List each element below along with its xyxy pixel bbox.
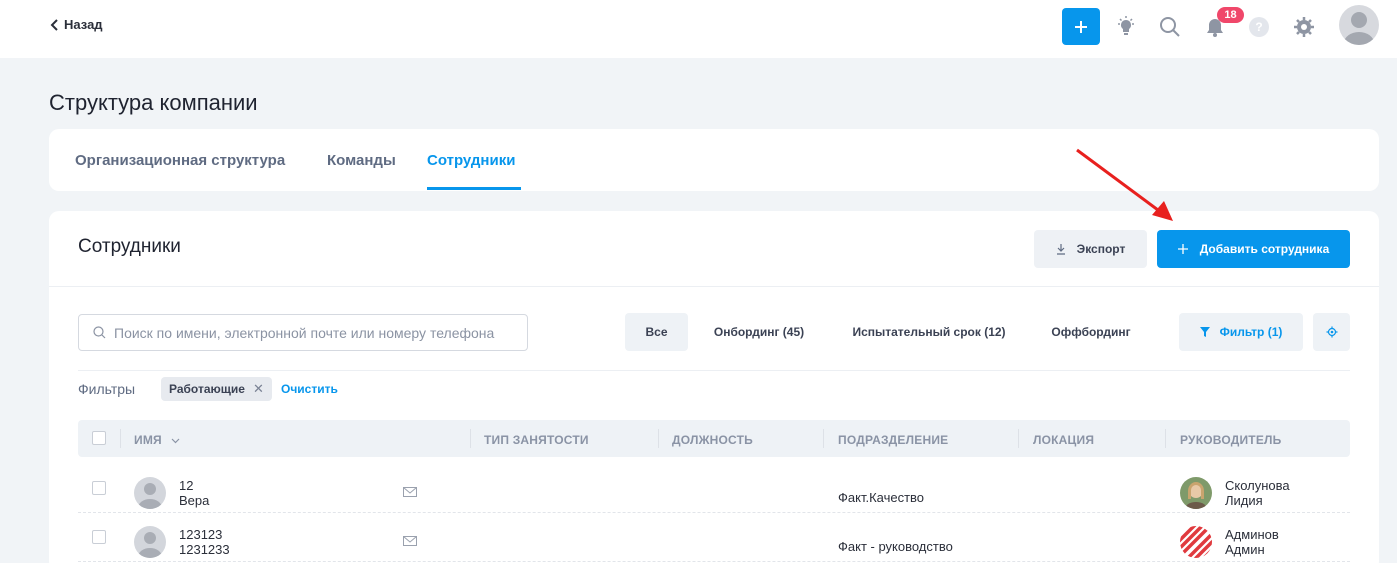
employee-name-line2: Вера bbox=[179, 493, 210, 508]
search-box[interactable] bbox=[78, 314, 528, 351]
table-settings-button[interactable] bbox=[1313, 313, 1350, 351]
manager-name-line2: Админ bbox=[1225, 542, 1265, 557]
download-icon bbox=[1056, 244, 1065, 255]
notification-badge: 18 bbox=[1217, 7, 1244, 23]
row-checkbox[interactable] bbox=[92, 481, 106, 495]
search-input[interactable] bbox=[114, 324, 519, 341]
segment-all[interactable]: Все bbox=[625, 313, 688, 351]
employees-card: Сотрудники Экспорт Добавить сотрудника В… bbox=[49, 211, 1379, 563]
avatar bbox=[134, 526, 166, 558]
segment-offboarding[interactable]: Оффбординг bbox=[1041, 313, 1141, 351]
export-label: Экспорт bbox=[1076, 242, 1126, 256]
segment-probation[interactable]: Испытательный срок (12) bbox=[844, 313, 1014, 351]
filters-label: Фильтры bbox=[78, 381, 136, 397]
funnel-icon bbox=[1199, 327, 1210, 337]
settings-icon[interactable] bbox=[1291, 14, 1317, 40]
column-header-manager[interactable]: РУКОВОДИТЕЛЬ bbox=[1180, 433, 1281, 447]
manager-avatar bbox=[1180, 477, 1212, 509]
search-icon[interactable] bbox=[1157, 14, 1183, 40]
top-bar: Назад 18 ? bbox=[0, 0, 1397, 58]
mail-icon[interactable] bbox=[403, 487, 417, 497]
column-header-employment[interactable]: ТИП ЗАНЯТОСТИ bbox=[484, 433, 589, 447]
filter-chip: Работающие ✕ bbox=[161, 377, 272, 401]
tab-teams[interactable]: Команды bbox=[327, 152, 396, 169]
avatar bbox=[134, 477, 166, 509]
manager-name-line1: Сколунова bbox=[1225, 478, 1290, 493]
column-separator bbox=[823, 429, 824, 448]
chevron-down-icon bbox=[171, 438, 180, 444]
close-icon[interactable]: ✕ bbox=[253, 381, 264, 397]
select-all-checkbox[interactable] bbox=[92, 431, 106, 445]
filter-button[interactable]: Фильтр (1) bbox=[1179, 313, 1303, 351]
tab-employees[interactable]: Сотрудники bbox=[427, 152, 515, 169]
column-separator bbox=[1018, 429, 1019, 448]
page-title: Структура компании bbox=[49, 90, 258, 115]
card-title: Сотрудники bbox=[78, 236, 181, 257]
divider bbox=[49, 286, 1379, 287]
gear-icon bbox=[1326, 326, 1337, 338]
add-employee-button[interactable]: Добавить сотрудника bbox=[1157, 230, 1350, 268]
arrow-annotation-icon bbox=[1076, 148, 1173, 221]
column-separator bbox=[120, 429, 121, 448]
add-employee-label: Добавить сотрудника bbox=[1199, 242, 1330, 256]
back-label: Назад bbox=[64, 17, 103, 32]
employee-name-line2: 1231233 bbox=[179, 542, 230, 557]
manager-name-line1: Админов bbox=[1225, 527, 1279, 542]
export-button[interactable]: Экспорт bbox=[1034, 230, 1147, 268]
manager-name[interactable]: Админов Админ bbox=[1225, 527, 1279, 557]
column-header-name[interactable]: ИМЯ bbox=[134, 433, 180, 447]
employee-name[interactable]: 123123 1231233 bbox=[179, 527, 230, 557]
plus-icon bbox=[1075, 20, 1087, 33]
column-separator bbox=[658, 429, 659, 448]
divider bbox=[78, 370, 1350, 371]
column-separator bbox=[470, 429, 471, 448]
active-tab-indicator bbox=[427, 187, 521, 190]
lightbulb-icon[interactable] bbox=[1113, 14, 1139, 40]
manager-avatar bbox=[1180, 526, 1212, 558]
manager-name-line2: Лидия bbox=[1225, 493, 1263, 508]
filter-chip-label: Работающие bbox=[169, 382, 245, 396]
plus-icon bbox=[1177, 244, 1188, 254]
filter-label: Фильтр (1) bbox=[1219, 325, 1283, 339]
employee-name[interactable]: 12 Вера bbox=[179, 478, 209, 508]
mail-icon[interactable] bbox=[403, 536, 417, 546]
tab-org-structure[interactable]: Организационная структура bbox=[75, 152, 285, 169]
column-separator bbox=[1165, 429, 1166, 448]
table-header: ИМЯ ТИП ЗАНЯТОСТИ ДОЛЖНОСТЬ ПОДРАЗДЕЛЕНИ… bbox=[78, 420, 1350, 457]
back-link[interactable]: Назад bbox=[50, 17, 103, 32]
employee-name-line1: 12 bbox=[179, 478, 194, 493]
employee-name-line1: 123123 bbox=[179, 527, 223, 542]
department-cell: Факт - руководство bbox=[838, 539, 953, 554]
department-cell: Факт.Качество bbox=[838, 490, 925, 505]
row-checkbox[interactable] bbox=[92, 530, 106, 544]
column-header-location[interactable]: ЛОКАЦИЯ bbox=[1033, 433, 1094, 447]
search-icon bbox=[93, 326, 106, 339]
table-row[interactable]: 123123 1231233 Факт - руководство Админо… bbox=[78, 513, 1350, 562]
quick-add-button[interactable] bbox=[1062, 8, 1100, 45]
help-icon[interactable]: ? bbox=[1249, 17, 1269, 37]
user-avatar[interactable] bbox=[1339, 5, 1379, 45]
segment-onboarding[interactable]: Онбординг (45) bbox=[704, 313, 814, 351]
clear-filters-link[interactable]: Очистить bbox=[281, 382, 338, 396]
column-header-department[interactable]: ПОДРАЗДЕЛЕНИЕ bbox=[838, 433, 948, 447]
chevron-left-icon bbox=[50, 18, 58, 31]
manager-name[interactable]: Сколунова Лидия bbox=[1225, 478, 1290, 508]
table-row[interactable]: 12 Вера Факт.Качество Сколунова Лидия bbox=[78, 464, 1350, 513]
column-header-label: ИМЯ bbox=[134, 433, 162, 447]
column-header-position[interactable]: ДОЛЖНОСТЬ bbox=[672, 433, 753, 447]
